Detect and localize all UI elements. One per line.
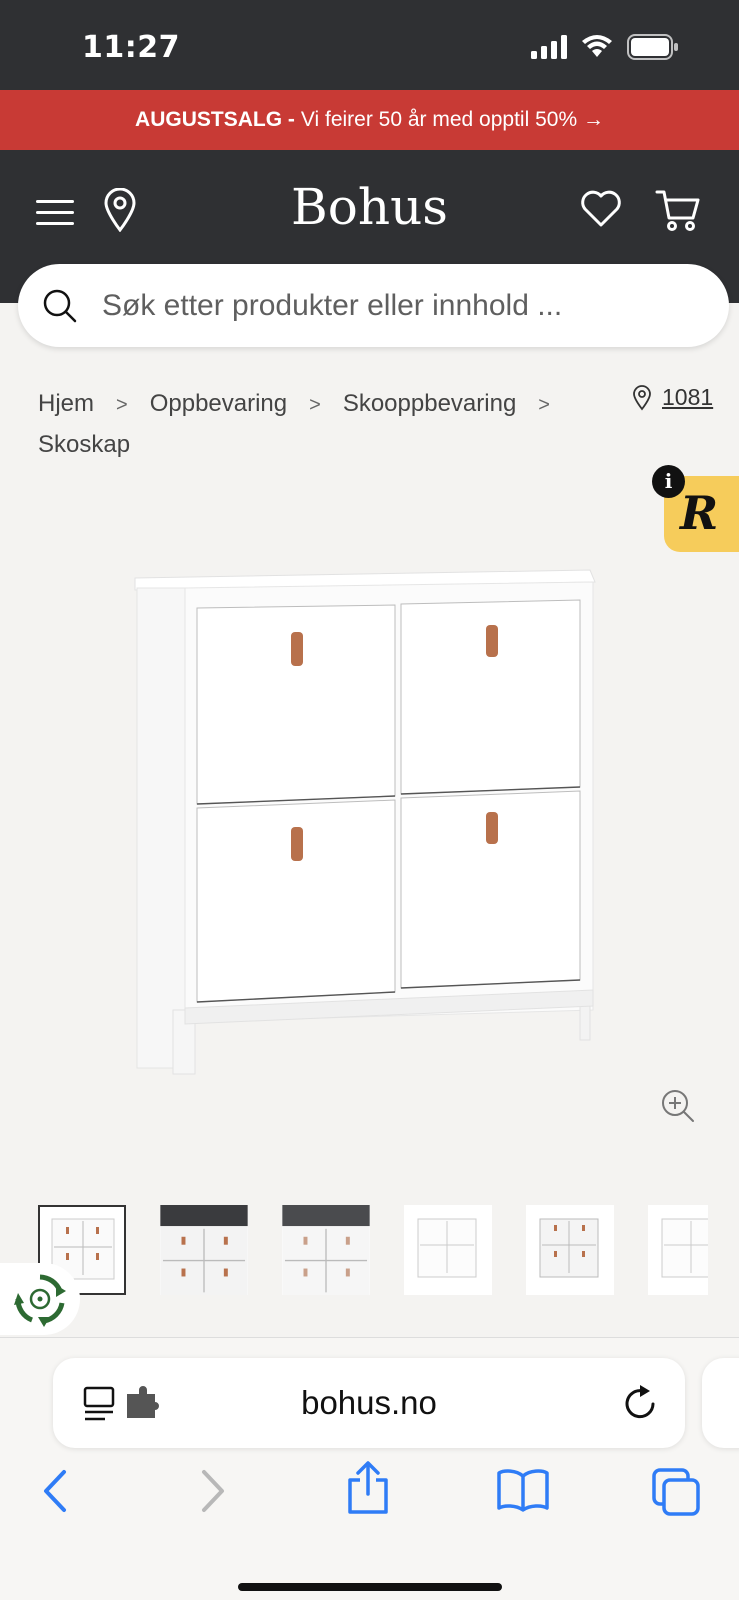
- forward-icon[interactable]: [196, 1468, 230, 1514]
- breadcrumb-home[interactable]: Hjem: [38, 390, 94, 417]
- breadcrumb-separator: >: [309, 394, 321, 416]
- cart-icon[interactable]: [655, 188, 701, 232]
- product-image[interactable]: [125, 560, 610, 1100]
- breadcrumb: Hjem > Oppbevaring > Skooppbevaring > Skoskap: [38, 384, 598, 465]
- store-number: 1081: [662, 384, 714, 410]
- menu-icon[interactable]: [36, 192, 76, 232]
- store-link[interactable]: 1081: [632, 384, 713, 411]
- thumbnail-2[interactable]: [160, 1205, 248, 1295]
- search-input[interactable]: [102, 288, 662, 323]
- promo-banner[interactable]: AUGUSTSALG - Vi feirer 50 år med opptil …: [0, 90, 739, 150]
- search-box[interactable]: [18, 264, 729, 347]
- zoom-icon[interactable]: [660, 1088, 696, 1124]
- promo-bold-text: AUGUSTSALG -: [135, 108, 295, 131]
- back-icon[interactable]: [38, 1468, 72, 1514]
- breadcrumb-skoskap[interactable]: Skoskap: [38, 431, 130, 458]
- browser-toolbar: bohus.no: [0, 1337, 739, 1600]
- thumbnail-strip: [38, 1205, 708, 1295]
- status-time: 11:27: [82, 30, 180, 65]
- share-icon[interactable]: [346, 1460, 390, 1514]
- thumbnail-image: [160, 1205, 248, 1295]
- r-logo: R: [680, 486, 719, 540]
- bookmarks-icon[interactable]: [496, 1468, 550, 1512]
- breadcrumb-separator: >: [538, 394, 550, 416]
- search-icon: [43, 289, 77, 322]
- breadcrumb-skooppbevaring[interactable]: Skooppbevaring: [343, 390, 516, 417]
- eco-badge[interactable]: [0, 1263, 80, 1335]
- url-text: bohus.no: [301, 1384, 437, 1421]
- info-icon[interactable]: i: [652, 465, 685, 498]
- thumbnail-6[interactable]: [648, 1205, 708, 1295]
- promo-text: Vi feirer 50 år med opptil 50% →: [300, 108, 604, 131]
- wifi-icon: [582, 35, 612, 57]
- location-icon[interactable]: [103, 188, 137, 232]
- battery-icon: [627, 34, 678, 60]
- site-logo[interactable]: Bohus: [291, 178, 448, 236]
- heart-icon[interactable]: [580, 188, 622, 228]
- thumbnail-4[interactable]: [404, 1205, 492, 1295]
- status-icons: [531, 34, 679, 60]
- breadcrumb-separator: >: [116, 394, 128, 416]
- thumbnail-image: [661, 1218, 708, 1278]
- thumbnail-image: [282, 1205, 370, 1295]
- breadcrumb-oppbevaring[interactable]: Oppbevaring: [150, 390, 287, 417]
- next-tab-preview[interactable]: [702, 1358, 739, 1448]
- tabs-icon[interactable]: [652, 1468, 702, 1516]
- thumbnail-image: [417, 1218, 477, 1278]
- reload-icon[interactable]: [623, 1384, 659, 1422]
- thumbnail-5[interactable]: [526, 1205, 614, 1295]
- thumbnail-3[interactable]: [282, 1205, 370, 1295]
- thumbnail-image: [539, 1218, 599, 1278]
- signal-icon: [531, 35, 567, 59]
- store-location-icon: [633, 384, 651, 410]
- address-bar[interactable]: bohus.no: [53, 1358, 685, 1448]
- recycle-icon: [14, 1274, 66, 1327]
- status-bar: 11:27: [0, 0, 739, 90]
- home-indicator: [238, 1583, 502, 1591]
